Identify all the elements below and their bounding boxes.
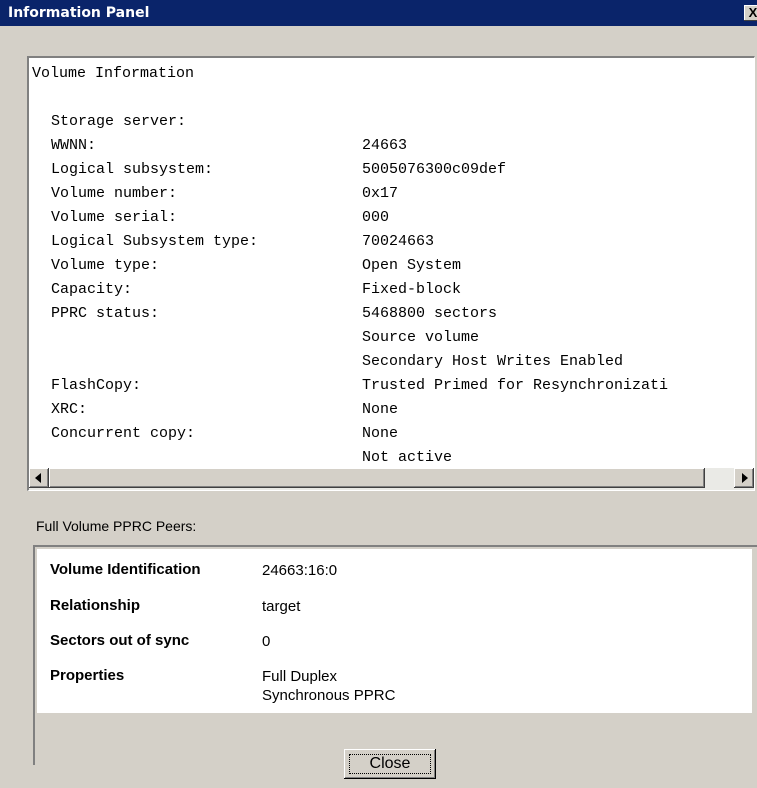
info-row: Concurrent copy: Not active — [29, 398, 754, 466]
volume-info-textarea[interactable]: Volume Information Storage server: 24663… — [27, 56, 755, 491]
peers-panel: Volume Identification 24663:16:0 Relatio… — [33, 545, 757, 765]
arrow-right-icon — [742, 473, 748, 483]
info-row: Logical Subsystem type: Open System — [29, 206, 754, 274]
arrow-left-icon — [35, 473, 41, 483]
window-title: Information Panel — [8, 5, 150, 21]
info-row: PPRC status: Source volume — [29, 278, 754, 346]
info-row: Secondary Host Writes Enabled — [29, 302, 754, 370]
scroll-left-button[interactable] — [29, 468, 49, 488]
peer-value: 24663:16:0 — [262, 562, 338, 579]
window-close-button[interactable]: X — [744, 5, 757, 21]
peer-key: Properties — [50, 667, 125, 684]
peer-value: target — [262, 598, 301, 615]
peers-label: Full Volume PPRC Peers: — [36, 518, 197, 534]
peer-key: Relationship — [50, 597, 141, 614]
info-value: None — [362, 425, 399, 442]
info-row: WWNN: 5005076300c09def — [29, 110, 754, 178]
peer-value: 0 — [262, 633, 271, 650]
title-bar: Information Panel X — [0, 0, 757, 26]
volume-info-header: Volume Information — [32, 65, 195, 82]
info-row: Volume number: 000 — [29, 158, 754, 226]
info-row: XRC: None — [29, 374, 754, 442]
info-row: FlashCopy: None — [29, 350, 754, 418]
info-row: Logical subsystem: 0x17 — [29, 134, 754, 202]
info-row: Capacity: 5468800 sectors — [29, 254, 754, 322]
peers-table: Volume Identification 24663:16:0 Relatio… — [37, 549, 752, 713]
horizontal-scrollbar[interactable] — [29, 468, 754, 490]
peer-key: Volume Identification — [50, 561, 201, 578]
close-button[interactable]: Close — [344, 749, 436, 779]
info-row: Trusted Primed for Resynchronizati — [29, 326, 754, 394]
info-row: Volume type: Fixed-block — [29, 230, 754, 298]
peer-value: Full Duplex — [262, 668, 338, 685]
peer-key: Sectors out of sync — [50, 632, 190, 649]
scroll-thumb[interactable] — [49, 468, 705, 488]
focus-rect — [349, 754, 431, 774]
peer-value-line2: Synchronous PPRC — [262, 687, 396, 704]
info-row: Volume serial: 70024663 — [29, 182, 754, 250]
info-label: Concurrent copy: — [51, 425, 196, 442]
scroll-right-button[interactable] — [734, 468, 754, 488]
info-value: Not active — [362, 449, 453, 466]
info-row: Storage server: 24663 — [29, 86, 754, 154]
